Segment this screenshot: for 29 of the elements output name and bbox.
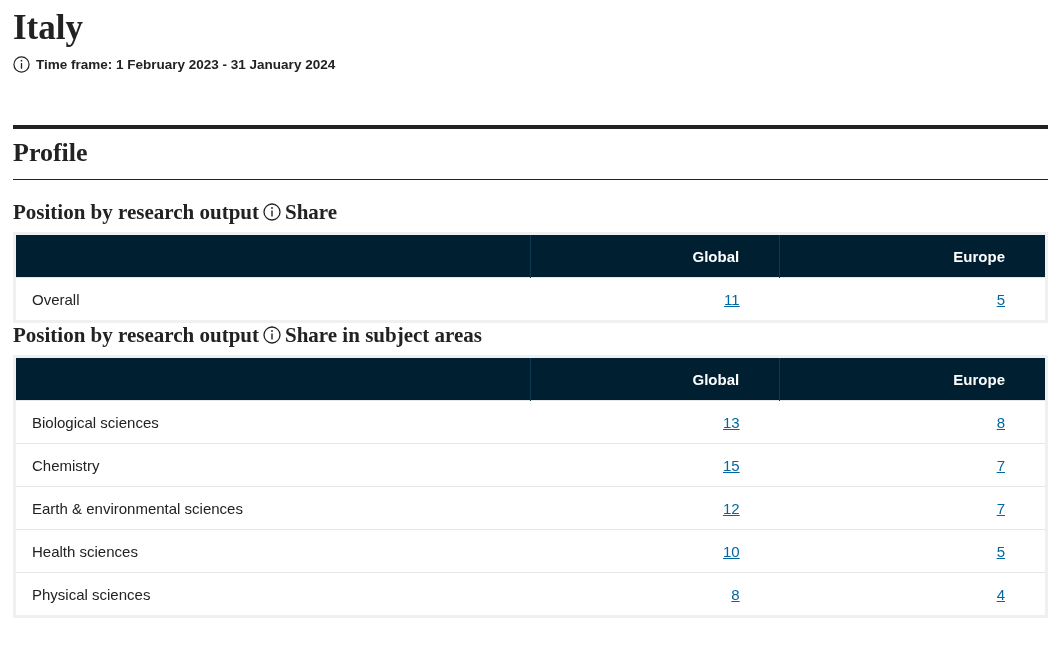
rank-link[interactable]: 15 xyxy=(723,456,740,474)
column-header: Global xyxy=(530,356,780,401)
column-header: Europe xyxy=(779,356,1047,401)
rank-link[interactable]: 5 xyxy=(996,290,1005,308)
table-heading: Share in subject areas xyxy=(285,323,482,347)
rank-link[interactable]: 7 xyxy=(996,456,1005,474)
time-frame-text: Time frame: 1 February 2023 - 31 January 2024 xyxy=(36,57,336,72)
rank-link[interactable]: 10 xyxy=(723,542,740,560)
rank-link[interactable]: 13 xyxy=(723,413,740,431)
rank-link[interactable]: 7 xyxy=(996,499,1005,517)
section-title: Profile xyxy=(13,137,89,169)
table-cell: Chemistry xyxy=(14,443,530,487)
table-cell: Physical sciences xyxy=(14,572,530,617)
table-heading: Share xyxy=(285,200,338,224)
rank-link[interactable]: 5 xyxy=(996,542,1005,560)
rank-link[interactable]: 8 xyxy=(996,413,1005,431)
table-heading: Position by research output xyxy=(13,323,259,347)
rank-link[interactable]: 12 xyxy=(723,499,740,517)
rank-link[interactable]: 8 xyxy=(731,585,740,603)
column-header: Europe xyxy=(779,233,1047,278)
column-header: Global xyxy=(530,233,780,278)
table-cell: Biological sciences xyxy=(14,400,530,444)
table-cell: Overall xyxy=(14,277,530,322)
table-cell: Earth & environmental sciences xyxy=(14,486,530,530)
rank-link[interactable]: 4 xyxy=(996,585,1005,603)
rank-link[interactable]: 11 xyxy=(724,290,740,308)
table-cell: Health sciences xyxy=(14,529,530,573)
table-heading: Position by research output xyxy=(13,200,259,224)
country-title: Italy xyxy=(13,8,84,48)
